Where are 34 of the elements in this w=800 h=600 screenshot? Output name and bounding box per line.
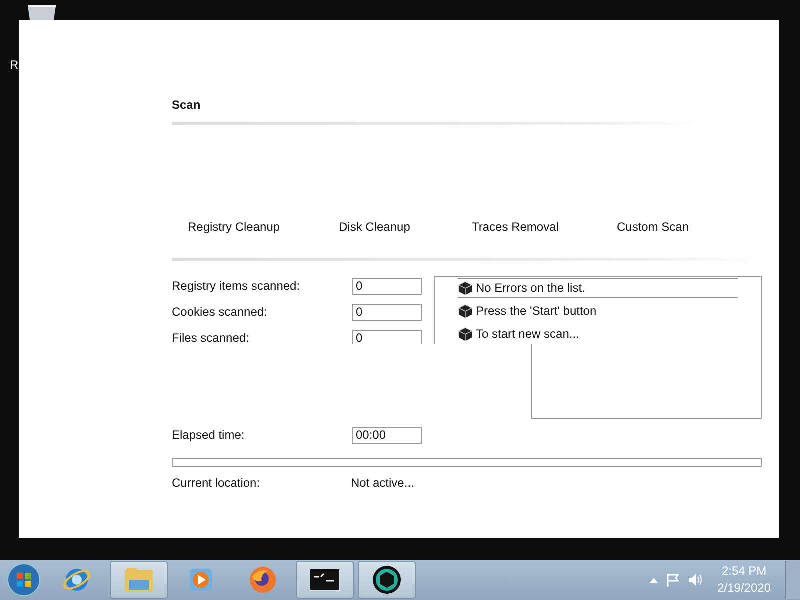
location-value: Not active...: [351, 475, 414, 492]
speaker-icon[interactable]: [688, 573, 704, 587]
firefox-icon[interactable]: [248, 565, 278, 595]
scan-tab[interactable]: Traces Removal: [472, 220, 617, 234]
log-text: To start new scan...: [476, 327, 580, 341]
stat-label: Registry items scanned:: [172, 278, 302, 295]
cube-icon: [458, 280, 473, 296]
cube-app-icon[interactable]: [372, 565, 402, 595]
scan-tab[interactable]: Registry Cleanup: [188, 220, 339, 234]
stat-field[interactable]: 0: [352, 278, 422, 295]
elapsed-field[interactable]: 00:00: [352, 427, 422, 444]
elapsed-label: Elapsed time:: [172, 427, 246, 444]
stat-label: Cookies scanned:: [172, 304, 268, 321]
stat-label: Files scanned:: [172, 330, 250, 344]
flag-icon[interactable]: [666, 573, 680, 587]
location-label: Current location:: [172, 475, 262, 492]
chevron-up-icon[interactable]: [650, 578, 658, 582]
play-icon[interactable]: [188, 567, 214, 593]
recycle-bin-icon[interactable]: [25, 4, 59, 20]
section-title: Scan: [172, 98, 202, 112]
scan-tab[interactable]: Disk Cleanup: [339, 220, 472, 234]
taskbar-button[interactable]: [358, 561, 416, 599]
cube-icon: [458, 304, 473, 318]
log-text: No Errors on the list.: [476, 281, 586, 295]
taskbar-button[interactable]: [296, 561, 354, 599]
console-icon[interactable]: [310, 569, 340, 591]
stat-field[interactable]: 0: [352, 304, 422, 321]
scan-tab[interactable]: Custom Scan: [617, 220, 717, 234]
log-text: Press the 'Start' button: [476, 304, 597, 318]
cube-icon: [458, 326, 473, 342]
stat-field[interactable]: 0: [352, 330, 422, 344]
show-desktop-button[interactable]: [785, 561, 800, 599]
desktop-icon-label[interactable]: R: [10, 58, 19, 72]
folder-icon[interactable]: [123, 566, 155, 594]
